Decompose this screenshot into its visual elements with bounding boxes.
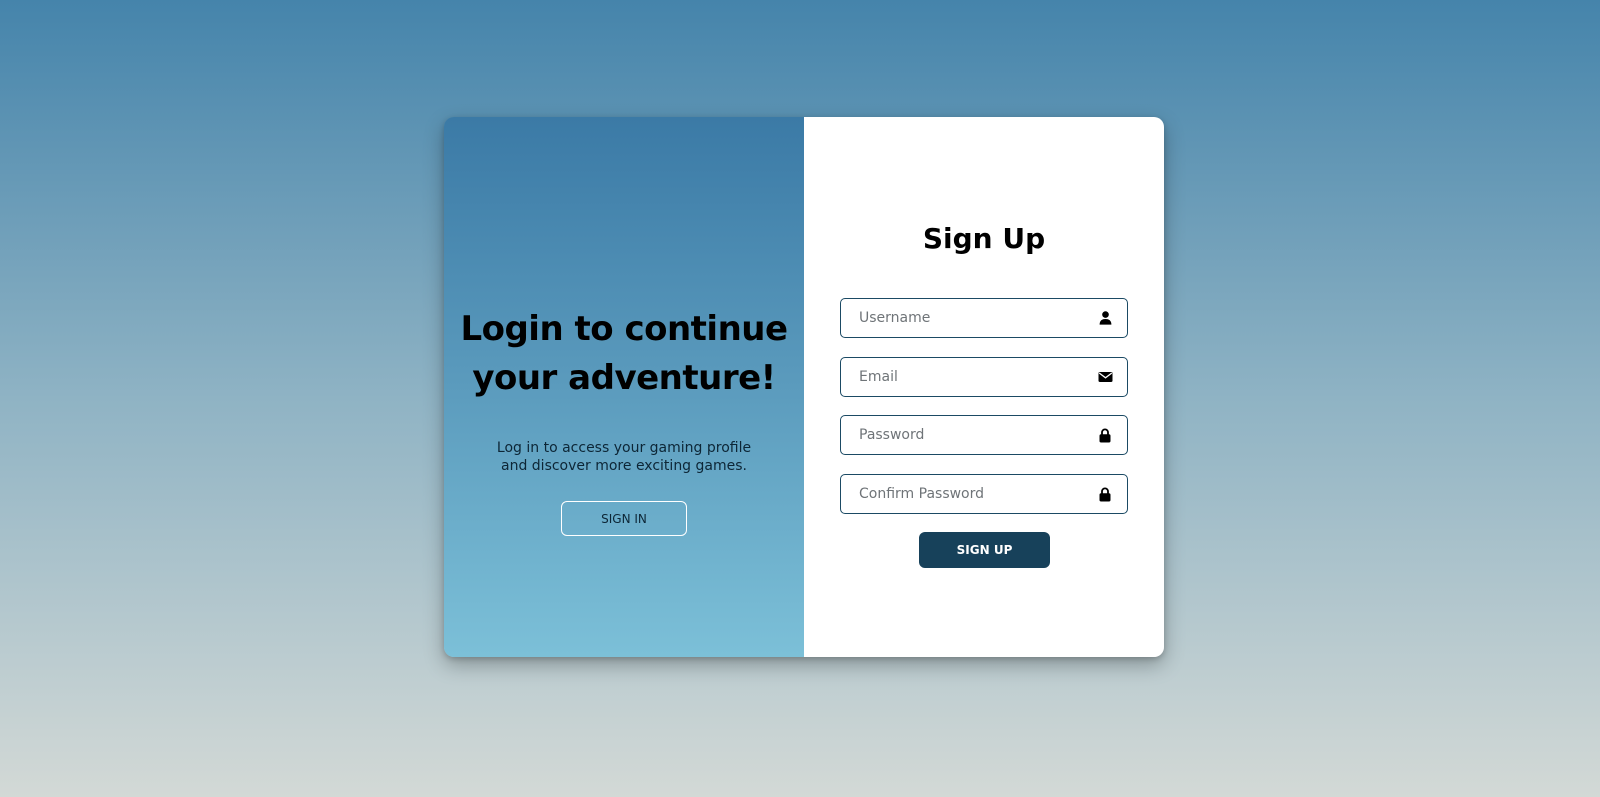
password-input[interactable]	[841, 416, 1081, 454]
password-field[interactable]	[840, 415, 1128, 455]
username-input[interactable]	[841, 299, 1081, 337]
email-input[interactable]	[841, 358, 1081, 396]
signup-panel: Sign Up Username Email SIGN UP	[804, 117, 1164, 657]
sign-in-button[interactable]: SIGN IN	[561, 501, 687, 536]
sign-up-button[interactable]: SIGN UP	[919, 532, 1050, 568]
signup-title: Sign Up	[922, 222, 1046, 255]
confirm-password-input[interactable]	[841, 475, 1081, 513]
welcome-panel: Login to continue your adventure! Log in…	[444, 117, 804, 657]
email-field[interactable]	[840, 357, 1128, 397]
user-icon	[1097, 310, 1113, 326]
welcome-title: Login to continue your adventure!	[460, 309, 788, 398]
auth-card: Login to continue your adventure! Log in…	[444, 117, 1164, 657]
username-field[interactable]	[840, 298, 1128, 338]
lock-icon	[1097, 486, 1113, 502]
lock-icon	[1097, 427, 1113, 443]
envelope-icon	[1097, 369, 1113, 385]
welcome-subtitle: Log in to access your gaming profile and…	[496, 440, 752, 474]
confirm-password-field[interactable]	[840, 474, 1128, 514]
